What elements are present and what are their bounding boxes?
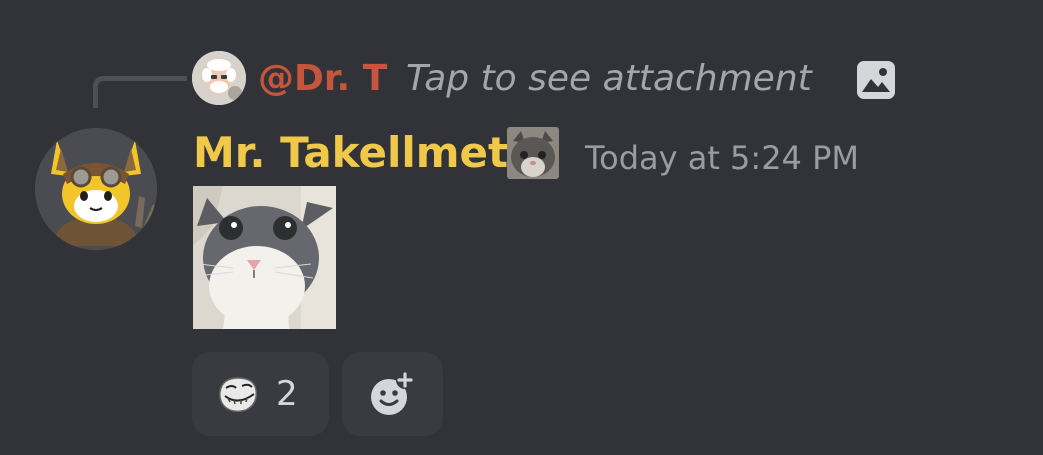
- cat-photo-attachment[interactable]: [193, 186, 336, 329]
- message-timestamp: Today at 5:24 PM: [585, 139, 859, 177]
- image-icon: [856, 60, 896, 100]
- reply-author-name[interactable]: @Dr. T: [258, 57, 387, 101]
- reaction-count: 2: [276, 374, 298, 414]
- reply-connector-line: [93, 76, 187, 108]
- role-icon-cat: [507, 127, 559, 179]
- trollface-emoji-icon: [216, 372, 260, 416]
- reaction-pill[interactable]: 2: [192, 352, 329, 436]
- reply-preview-text[interactable]: Tap to see attachment: [406, 57, 812, 101]
- add-reaction-button[interactable]: [342, 352, 443, 436]
- add-reaction-icon: [371, 371, 414, 415]
- reply-author-avatar[interactable]: [192, 51, 246, 105]
- username[interactable]: Mr. Takellmet: [193, 127, 508, 179]
- user-avatar[interactable]: [35, 128, 157, 250]
